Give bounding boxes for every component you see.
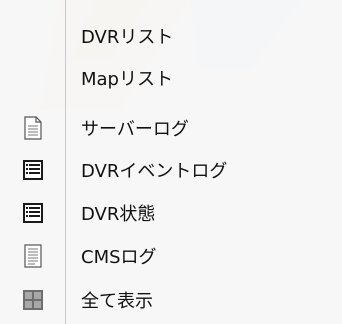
document-icon (24, 116, 42, 140)
menu-item-label: CMSログ (81, 247, 157, 268)
menu-item-dvr-list[interactable]: DVRリスト (0, 16, 342, 56)
list-icon (23, 160, 43, 180)
menu-item-dvr-event-log[interactable]: DVRイベントログ (0, 150, 342, 190)
menu-item-label: Mapリスト (81, 69, 173, 90)
document-lines-icon (24, 244, 42, 268)
menu-item-label: DVRリスト (81, 27, 174, 48)
list-icon (23, 203, 43, 223)
grid-icon (23, 290, 43, 310)
menu-item-label: 全て表示 (81, 291, 153, 312)
menu-item-label: DVRイベントログ (81, 161, 228, 182)
menu-item-cms-log[interactable]: CMSログ (0, 236, 342, 276)
menu-item-label: DVR状態 (81, 204, 156, 225)
menu-item-label: サーバーログ (81, 119, 189, 140)
menu-item-show-all[interactable]: 全て表示 (0, 280, 342, 320)
context-menu: DVRリスト Mapリスト サーバーログ DVRイベントログ DVR状態 CMS… (0, 0, 342, 324)
menu-item-map-list[interactable]: Mapリスト (0, 58, 342, 98)
menu-item-dvr-status[interactable]: DVR状態 (0, 193, 342, 233)
menu-item-server-log[interactable]: サーバーログ (0, 108, 342, 148)
